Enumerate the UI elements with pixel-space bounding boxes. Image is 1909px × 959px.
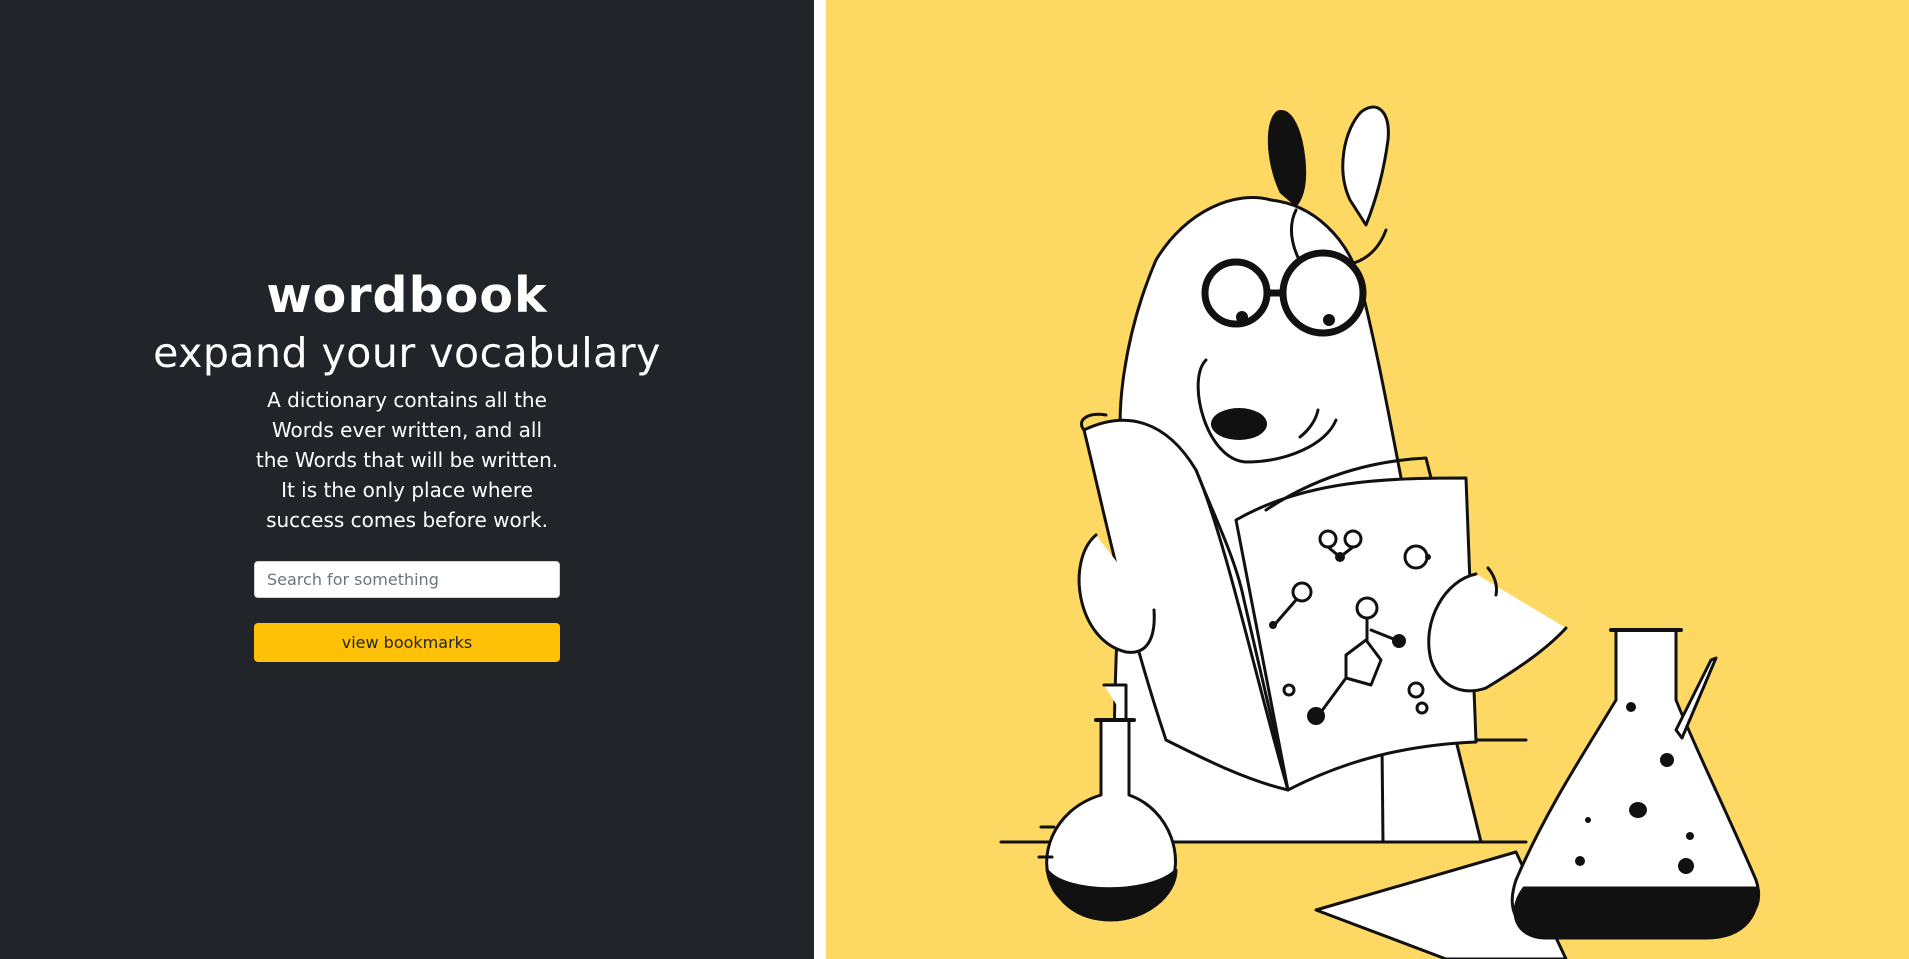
view-bookmarks-button[interactable]: view bookmarks [254, 623, 560, 662]
landing-page: wordbook expand your vocabulary A dictio… [0, 0, 1909, 959]
description-line: Words ever written, and all [271, 418, 543, 442]
tagline: expand your vocabulary [153, 329, 661, 377]
app-title: wordbook [266, 267, 548, 324]
description-line: A dictionary contains all the [267, 388, 547, 412]
panel-divider [814, 0, 826, 959]
hero-panel: wordbook expand your vocabulary A dictio… [0, 0, 814, 959]
description-line: the Words that will be written. [255, 448, 559, 472]
description: A dictionary contains all the Words ever… [247, 385, 567, 535]
illustration-panel [826, 0, 1909, 959]
search-input[interactable] [254, 561, 560, 598]
hero-content: wordbook expand your vocabulary A dictio… [0, 265, 814, 662]
description-line: It is the only place where [281, 478, 533, 502]
description-line: success comes before work. [266, 508, 548, 532]
dog-scientist-reading-book-icon [999, 105, 1760, 959]
